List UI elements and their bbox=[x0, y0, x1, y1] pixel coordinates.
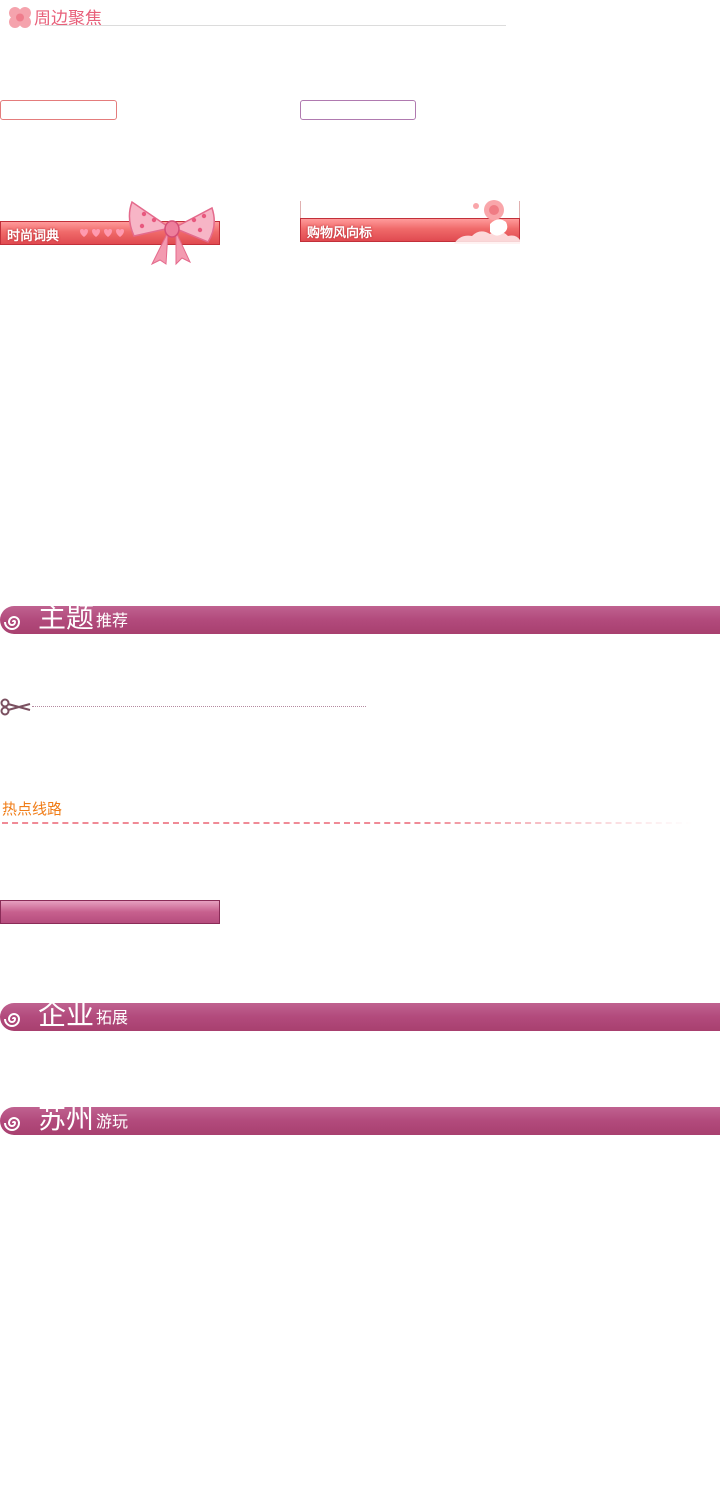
dotted-line bbox=[32, 706, 366, 707]
swirl-icon bbox=[4, 616, 21, 630]
enterprise-subtitle: 拓展 bbox=[96, 1008, 129, 1027]
section-suzhou-travel: 苏州 游玩 bbox=[0, 1099, 720, 1139]
enterprise-title: 企业 bbox=[38, 998, 95, 1031]
scissors-icon bbox=[0, 698, 31, 716]
balloon-decoration-icon bbox=[454, 200, 520, 244]
hot-routes-dashed-line bbox=[2, 822, 692, 824]
suzhou-subtitle: 游玩 bbox=[96, 1112, 129, 1131]
right-outline-button[interactable] bbox=[300, 100, 416, 120]
swirl-icon bbox=[4, 1117, 21, 1131]
theme-title: 主题 bbox=[38, 601, 95, 634]
section-enterprise-expansion: 企业 拓展 bbox=[0, 995, 720, 1035]
flower-icon bbox=[9, 7, 31, 28]
left-outline-button[interactable] bbox=[0, 100, 117, 120]
theme-subtitle: 推荐 bbox=[96, 611, 129, 630]
section-theme-recommend: 主题 推荐 bbox=[0, 598, 720, 638]
ribbon-bow-icon bbox=[128, 200, 215, 266]
header-divider bbox=[40, 25, 506, 26]
hot-routes-title: 热点线路 bbox=[2, 800, 63, 818]
shopping-trend-label: 购物风向标 bbox=[307, 226, 373, 241]
periphery-focus-header: 周边聚焦 bbox=[0, 0, 510, 32]
hot-routes-header: 热点线路 bbox=[0, 798, 700, 828]
suzhou-title: 苏州 bbox=[38, 1102, 95, 1135]
scissor-divider bbox=[0, 698, 370, 718]
route-tab-bar[interactable] bbox=[0, 900, 220, 924]
fashion-dictionary-label: 时尚词典 bbox=[7, 229, 60, 244]
swirl-icon bbox=[4, 1013, 21, 1027]
